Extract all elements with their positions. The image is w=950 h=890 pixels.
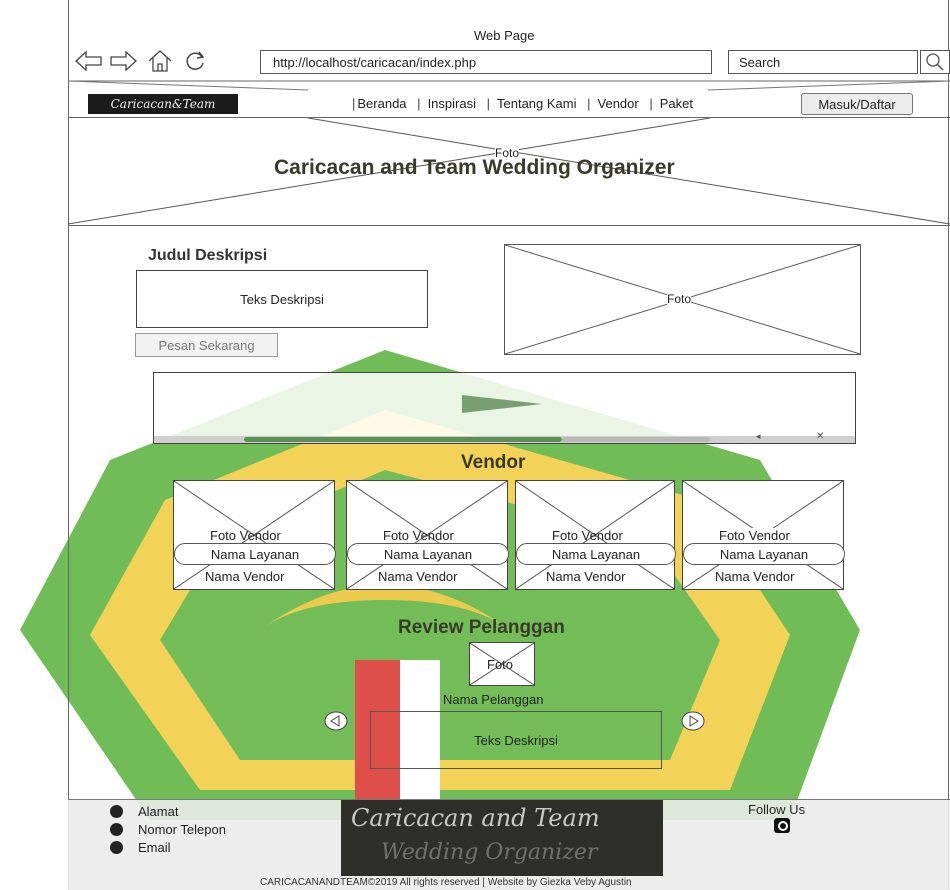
volume-icon[interactable]: ◂ — [756, 431, 761, 442]
vendor-name-label: Nama Vendor — [205, 569, 285, 584]
description-photo-label: Foto — [667, 292, 692, 306]
video-player[interactable]: ◂ ✕ — [153, 372, 856, 444]
home-icon[interactable] — [146, 48, 174, 79]
back-arrow-icon[interactable] — [74, 50, 104, 77]
footer-contact-phone: Nomor Telepon — [110, 822, 226, 837]
hero-banner: Foto Caricacan and Team Wedding Organize… — [68, 118, 950, 226]
footer-email-label: Email — [138, 840, 171, 855]
vendor-photo-label: Foto Vendor — [552, 528, 623, 543]
login-register-label: Masuk/Daftar — [818, 96, 896, 112]
navbar-logo-text: Caricacan&Team — [110, 97, 216, 111]
vendor-card[interactable]: Foto Vendor Nama Layanan Nama Vendor — [346, 480, 509, 590]
location-icon — [110, 805, 123, 818]
vendor-service-label: Nama Layanan — [210, 546, 300, 562]
address-bar[interactable]: http://localhost/caricacan/index.php — [260, 50, 712, 74]
order-now-label: Pesan Sekarang — [158, 337, 255, 353]
footer-logo-line2: Wedding Organizer — [381, 840, 598, 865]
footer-copyright: CARICACANANDTEAM©2019 All rights reserve… — [260, 877, 632, 888]
footer-phone-label: Nomor Telepon — [138, 822, 226, 837]
nav-item-vendor[interactable]: Vendor — [598, 96, 639, 111]
order-now-button[interactable]: Pesan Sekarang — [135, 333, 278, 357]
refresh-icon[interactable] — [184, 49, 208, 78]
vendor-card[interactable]: Foto Vendor Nama Layanan Nama Vendor — [173, 480, 336, 590]
nav-item-tentang-kami[interactable]: Tentang Kami — [497, 96, 577, 111]
window-title: Web Page — [474, 28, 535, 43]
vendor-service-label: Nama Layanan — [383, 546, 473, 562]
fullscreen-icon[interactable]: ✕ — [816, 431, 824, 442]
review-heading: Review Pelanggan — [398, 617, 565, 638]
customer-name: Nama Pelanggan — [443, 692, 544, 707]
navbar-logo[interactable]: Caricacan&Team — [88, 94, 238, 114]
search-button[interactable] — [920, 50, 950, 74]
video-progress-fill — [244, 437, 562, 442]
review-next-icon[interactable] — [680, 710, 706, 737]
vendor-heading: Vendor — [461, 452, 526, 473]
description-text-box: Teks Deskripsi — [136, 270, 428, 328]
vendor-service-label: Nama Layanan — [719, 546, 809, 562]
instagram-icon[interactable] — [774, 818, 790, 833]
review-text: Teks Deskripsi — [474, 732, 558, 748]
volume-slider[interactable] — [562, 437, 710, 442]
vendor-photo-label: Foto Vendor — [383, 528, 454, 543]
search-icon — [926, 53, 944, 71]
address-url: http://localhost/caricacan/index.php — [273, 55, 477, 70]
play-icon[interactable] — [462, 393, 552, 415]
search-input[interactable]: Search — [728, 50, 918, 74]
description-heading: Judul Deskripsi — [148, 247, 268, 264]
vendor-name-label: Nama Vendor — [715, 569, 795, 584]
vendor-name-label: Nama Vendor — [378, 569, 458, 584]
customer-photo: Foto — [469, 642, 535, 686]
footer-contact-email: Email — [110, 840, 171, 855]
vendor-card[interactable]: Foto Vendor Nama Layanan Nama Vendor — [682, 480, 845, 590]
nav-item-beranda[interactable]: Beranda — [357, 96, 406, 111]
footer-contact-address: Alamat — [110, 804, 178, 819]
forward-arrow-icon[interactable] — [108, 50, 138, 77]
search-placeholder: Search — [739, 55, 781, 70]
footer-logo: Caricacan and Team Wedding Organizer — [341, 800, 663, 876]
login-register-button[interactable]: Masuk/Daftar — [801, 93, 913, 115]
vendor-card[interactable]: Foto Vendor Nama Layanan Nama Vendor — [515, 480, 676, 590]
follow-us-label: Follow Us — [748, 802, 806, 817]
video-progress-track[interactable]: ◂ ✕ — [154, 431, 855, 443]
vendor-service-pill[interactable]: Nama Layanan — [174, 543, 336, 565]
hero-title: Caricacan and Team Wedding Organizer — [274, 156, 675, 179]
description-text: Teks Deskripsi — [240, 291, 324, 307]
customer-photo-label: Foto — [487, 657, 514, 672]
footer-logo-line1: Caricacan and Team — [351, 804, 600, 832]
vendor-photo-label: Foto Vendor — [719, 528, 790, 543]
nav-menu: | Beranda | Inspirasi | Tentang Kami | Vendo… — [352, 96, 693, 111]
vendor-service-label: Nama Layanan — [551, 546, 641, 562]
review-prev-icon[interactable] — [323, 710, 349, 737]
description-photo: Foto — [504, 244, 861, 355]
review-text-box: Teks Deskripsi — [370, 711, 662, 769]
vendor-name-label: Nama Vendor — [546, 569, 626, 584]
footer-address-label: Alamat — [138, 804, 179, 819]
vendor-service-pill[interactable]: Nama Layanan — [347, 543, 509, 565]
nav-item-inspirasi[interactable]: Inspirasi — [428, 96, 476, 111]
email-icon — [110, 841, 123, 854]
nav-item-paket[interactable]: Paket — [660, 96, 693, 111]
vendor-photo-label: Foto Vendor — [210, 528, 281, 543]
vendor-service-pill[interactable]: Nama Layanan — [516, 543, 676, 565]
phone-icon — [110, 823, 123, 836]
vendor-service-pill[interactable]: Nama Layanan — [683, 543, 845, 565]
